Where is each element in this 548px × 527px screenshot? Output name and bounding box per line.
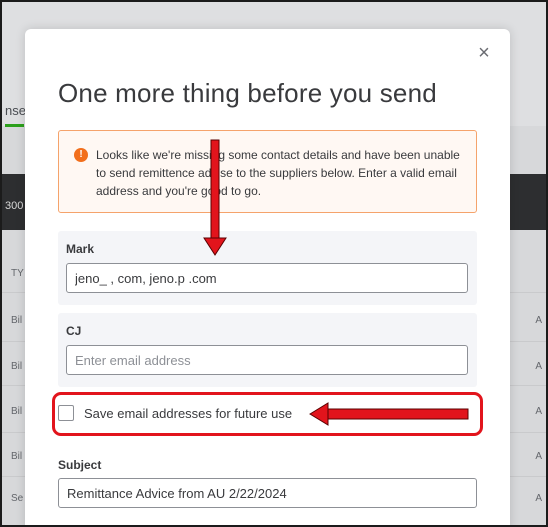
annotation-arrow-left-icon <box>309 402 469 426</box>
screenshot-frame: nse 300 TY Bil Bil Bil Bil Se A A A A A … <box>0 0 548 527</box>
